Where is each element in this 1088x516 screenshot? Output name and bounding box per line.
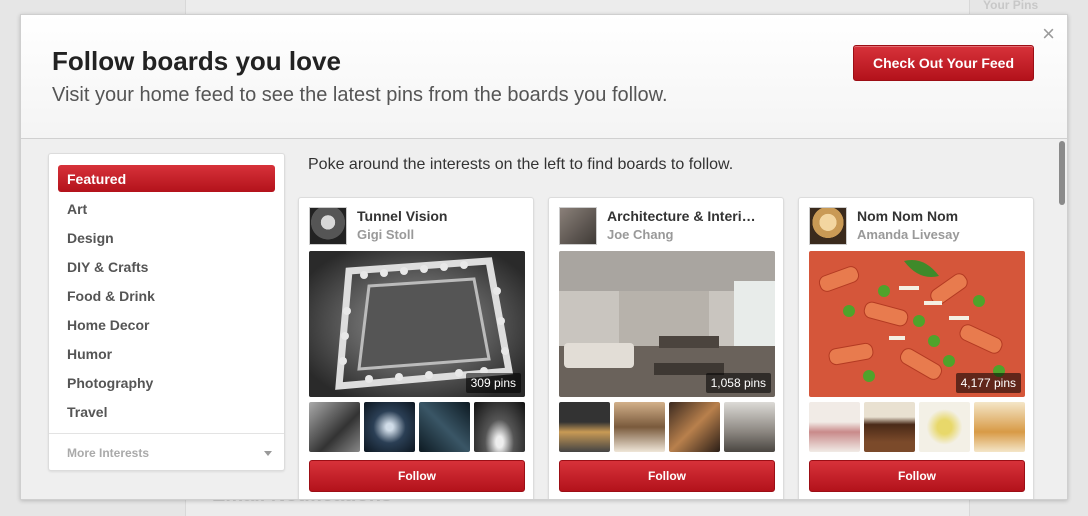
sidebar-item-home-decor[interactable]: Home Decor <box>58 310 275 339</box>
sidebar-divider <box>49 433 284 434</box>
board-thumbnail[interactable] <box>669 402 720 452</box>
board-author[interactable]: Gigi Stoll <box>357 227 414 242</box>
more-interests-link[interactable]: More Interests <box>67 446 149 460</box>
pin-count-badge: 1,058 pins <box>705 373 771 393</box>
board-thumbnail[interactable] <box>614 402 665 452</box>
avatar[interactable] <box>559 207 597 245</box>
follow-button[interactable]: Follow <box>559 460 775 492</box>
follow-button[interactable]: Follow <box>809 460 1025 492</box>
scrollbar[interactable] <box>1059 141 1065 205</box>
sidebar-item-featured[interactable]: Featured <box>58 165 275 192</box>
board-thumbnail[interactable] <box>809 402 860 452</box>
sidebar-item-art[interactable]: Art <box>58 194 275 223</box>
board-cover-image[interactable]: 309 pins <box>309 251 525 397</box>
sidebar-item-food-drink[interactable]: Food & Drink <box>58 281 275 310</box>
board-thumbnails <box>559 402 775 452</box>
background-your-pins: Your Pins <box>983 0 1039 12</box>
follow-button[interactable]: Follow <box>309 460 525 492</box>
sidebar-item-travel[interactable]: Travel <box>58 397 275 426</box>
avatar[interactable] <box>809 207 847 245</box>
modal-subtitle: Visit your home feed to see the latest p… <box>52 84 668 106</box>
avatar[interactable] <box>309 207 347 245</box>
board-author[interactable]: Joe Chang <box>607 227 673 242</box>
board-thumbnail[interactable] <box>364 402 415 452</box>
pin-count-badge: 309 pins <box>465 373 521 393</box>
board-cover-image[interactable]: 4,177 pins <box>809 251 1025 397</box>
modal-header: Follow boards you love Visit your home f… <box>21 15 1067 139</box>
board-title[interactable]: Architecture & Interi… <box>607 208 777 224</box>
board-thumbnail[interactable] <box>474 402 525 452</box>
interests-sidebar: Featured Art Design DIY & Crafts Food & … <box>48 153 285 471</box>
sidebar-item-design[interactable]: Design <box>58 223 275 252</box>
sidebar-item-photography[interactable]: Photography <box>58 368 275 397</box>
board-thumbnails <box>809 402 1025 452</box>
chevron-down-icon[interactable] <box>264 451 272 456</box>
modal-title: Follow boards you love <box>52 46 341 76</box>
board-card: Architecture & Interi… Joe Chang 1,058 p… <box>548 197 784 499</box>
board-thumbnail[interactable] <box>419 402 470 452</box>
board-thumbnail[interactable] <box>724 402 775 452</box>
board-thumbnail[interactable] <box>864 402 915 452</box>
board-author[interactable]: Amanda Livesay <box>857 227 960 242</box>
intro-text: Poke around the interests on the left to… <box>308 156 734 173</box>
modal-body: Featured Art Design DIY & Crafts Food & … <box>21 139 1067 499</box>
board-thumbnail[interactable] <box>919 402 970 452</box>
board-title[interactable]: Nom Nom Nom <box>857 208 1027 224</box>
close-icon[interactable]: × <box>1042 23 1055 45</box>
board-thumbnail[interactable] <box>309 402 360 452</box>
pin-count-badge: 4,177 pins <box>955 373 1021 393</box>
follow-boards-modal: Follow boards you love Visit your home f… <box>20 14 1068 500</box>
check-out-feed-button[interactable]: Check Out Your Feed <box>853 45 1034 81</box>
board-cover-image[interactable]: 1,058 pins <box>559 251 775 397</box>
board-thumbnail[interactable] <box>559 402 610 452</box>
board-thumbnail[interactable] <box>974 402 1025 452</box>
board-card: Tunnel Vision Gigi Stoll 309 pins Follow <box>298 197 534 499</box>
board-thumbnails <box>309 402 525 452</box>
board-card: Nom Nom Nom Amanda Livesay 4,177 pins Fo… <box>798 197 1034 499</box>
board-title[interactable]: Tunnel Vision <box>357 208 527 224</box>
sidebar-item-humor[interactable]: Humor <box>58 339 275 368</box>
sidebar-item-diy-crafts[interactable]: DIY & Crafts <box>58 252 275 281</box>
